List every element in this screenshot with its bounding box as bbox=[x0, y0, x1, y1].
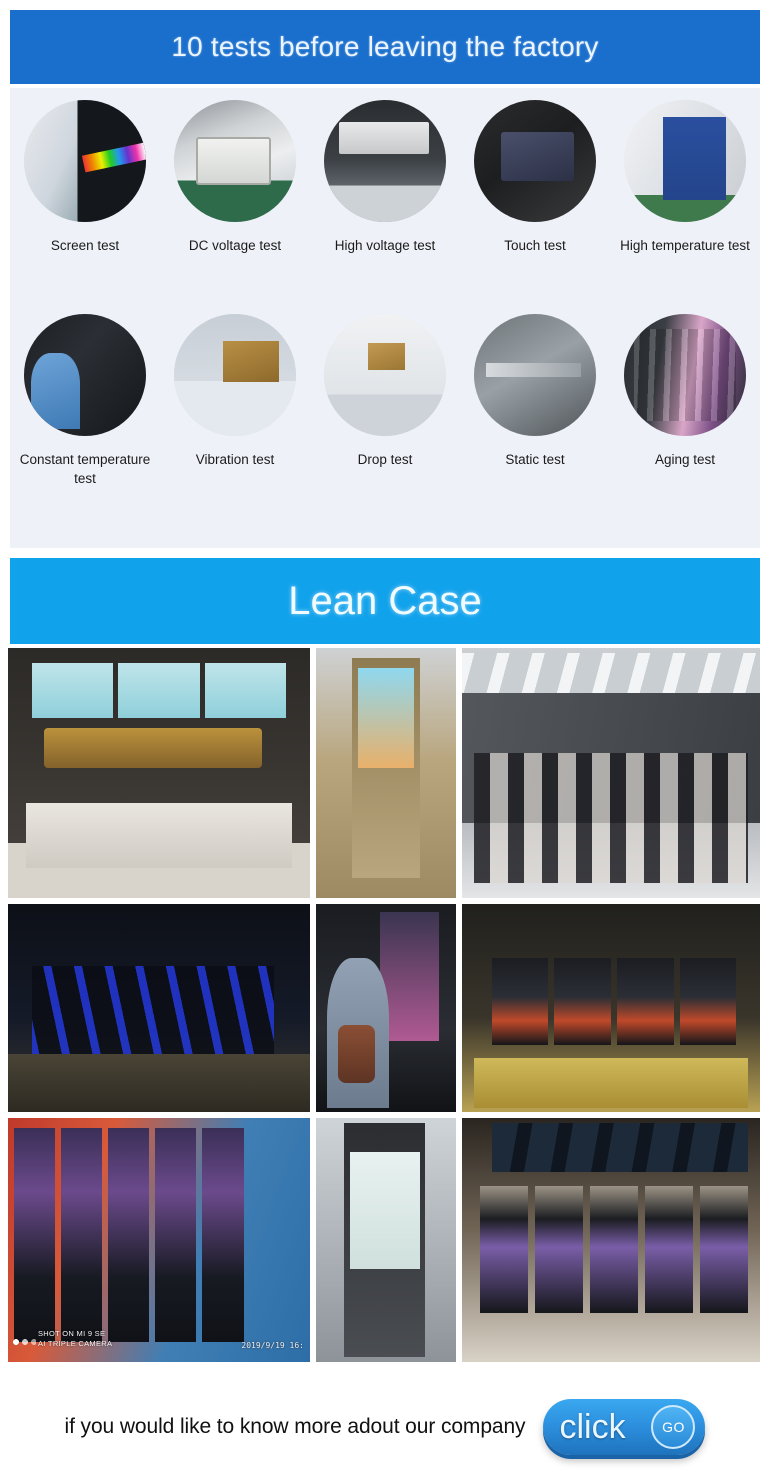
footer-text: if you would like to know more adout our… bbox=[64, 1415, 526, 1438]
case-grid-row bbox=[8, 904, 760, 1112]
test-item-aging-test[interactable]: Aging test bbox=[610, 314, 760, 530]
gold-frame-kiosk-row[interactable] bbox=[462, 904, 760, 1112]
test-item-vibration-test[interactable]: Vibration test bbox=[160, 314, 310, 530]
tests-banner-title: 10 tests before leaving the factory bbox=[171, 31, 599, 62]
case-grid-row bbox=[8, 648, 760, 898]
test-item-touch-test[interactable]: Touch test bbox=[460, 100, 610, 310]
test-item-dc-voltage-test[interactable]: DC voltage test bbox=[160, 100, 310, 310]
go-badge: GO bbox=[651, 1405, 696, 1449]
high-voltage-test-photo bbox=[324, 100, 446, 222]
station-payment-kiosk[interactable] bbox=[316, 1118, 456, 1362]
test-item-label: Aging test bbox=[654, 452, 716, 467]
factory-tests-section: 10 tests before leaving the factory Scre… bbox=[0, 0, 770, 550]
mall-self-service-kiosk-wall[interactable] bbox=[462, 648, 760, 898]
case-photo-grid: SHOT ON MI 9 SE AI TRIPLE CAMERA 2019/9/… bbox=[8, 648, 760, 1370]
test-item-screen-test[interactable]: Screen test bbox=[10, 100, 160, 310]
click-button-label: click bbox=[559, 1408, 626, 1446]
touch-test-photo bbox=[474, 100, 596, 222]
corridor-kiosk-row[interactable] bbox=[462, 1118, 760, 1362]
test-item-constant-temperature-test[interactable]: Constant temperature test bbox=[10, 314, 160, 530]
dc-voltage-test-photo bbox=[174, 100, 296, 222]
test-item-label: Drop test bbox=[357, 452, 413, 467]
cinema-ticketing-kiosks[interactable] bbox=[8, 648, 310, 898]
test-item-label: DC voltage test bbox=[188, 238, 282, 253]
product-detail-page: 10 tests before leaving the factory Scre… bbox=[0, 0, 770, 1476]
screen-test-photo bbox=[24, 100, 146, 222]
constant-temperature-test-photo bbox=[24, 314, 146, 436]
test-item-label: Touch test bbox=[504, 238, 566, 253]
aging-test-photo bbox=[624, 314, 746, 436]
camera-watermark-dots bbox=[12, 1338, 36, 1346]
test-item-label: High voltage test bbox=[334, 238, 436, 253]
test-item-high-voltage-test[interactable]: High voltage test bbox=[310, 100, 460, 310]
mcdonalds-ordering-kiosk[interactable] bbox=[316, 648, 456, 898]
tests-row-2: Constant temperature test Vibration test… bbox=[10, 310, 760, 530]
lean-case-banner-title: Lean Case bbox=[288, 578, 482, 623]
test-item-label: Screen test bbox=[50, 238, 120, 253]
drop-test-photo bbox=[324, 314, 446, 436]
test-item-drop-test[interactable]: Drop test bbox=[310, 314, 460, 530]
test-item-label: High temperature test bbox=[620, 238, 750, 253]
blue-lit-kiosk-counter[interactable] bbox=[8, 904, 310, 1112]
woman-using-kiosk[interactable] bbox=[316, 904, 456, 1112]
test-item-label: Vibration test bbox=[195, 452, 275, 467]
photo-timestamp: 2019/9/19 16: bbox=[241, 1341, 304, 1350]
click-button[interactable]: click GO bbox=[543, 1399, 706, 1455]
mural-wall-kiosk-row[interactable]: SHOT ON MI 9 SE AI TRIPLE CAMERA 2019/9/… bbox=[8, 1118, 310, 1362]
test-item-static-test[interactable]: Static test bbox=[460, 314, 610, 530]
high-temperature-test-photo bbox=[624, 100, 746, 222]
test-item-label: Static test bbox=[505, 452, 565, 467]
contact-footer: if you would like to know more adout our… bbox=[0, 1378, 770, 1476]
test-item-high-temperature-test[interactable]: High temperature test bbox=[610, 100, 760, 310]
case-grid-row: SHOT ON MI 9 SE AI TRIPLE CAMERA 2019/9/… bbox=[8, 1118, 760, 1362]
lean-case-banner: Lean Case bbox=[10, 558, 760, 644]
tests-row-1: Screen test DC voltage test High voltage… bbox=[10, 88, 760, 310]
tests-banner: 10 tests before leaving the factory bbox=[10, 10, 760, 84]
vibration-test-photo bbox=[174, 314, 296, 436]
test-item-label: Constant temperature test bbox=[19, 452, 151, 487]
camera-watermark: SHOT ON MI 9 SE AI TRIPLE CAMERA bbox=[38, 1329, 113, 1348]
tests-grid: Screen test DC voltage test High voltage… bbox=[10, 88, 760, 548]
static-test-photo bbox=[474, 314, 596, 436]
